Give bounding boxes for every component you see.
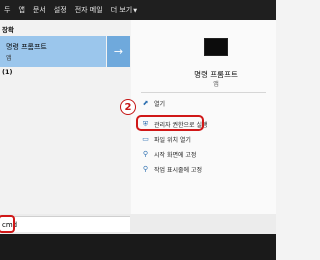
taskbar <box>0 234 276 260</box>
action-pin-to-taskbar[interactable]: ⚲ 작업 표시줄에 고정 <box>141 164 202 174</box>
action-open-label: 열기 <box>154 100 166 108</box>
tab-email[interactable]: 전자 메일 <box>75 0 103 20</box>
pin-icon: ⚲ <box>142 165 149 173</box>
best-match-main[interactable]: 명령 프롬프트 앱 <box>0 36 106 67</box>
chevron-down-icon: ▼ <box>133 7 138 14</box>
action-pin-to-start[interactable]: ⚲ 시작 화면에 고정 <box>141 149 197 159</box>
best-match-heading: 장확 <box>2 26 14 34</box>
tab-apps[interactable]: 앱 <box>18 0 24 20</box>
best-match-subtitle: 앱 <box>6 55 12 62</box>
results-panel: 장확 명령 프롬프트 앱 → (1) <box>0 20 130 214</box>
tab-all[interactable]: 두 <box>4 0 10 20</box>
command-prompt-app-icon <box>204 38 228 56</box>
highlight-box-run-as-admin <box>136 115 204 131</box>
action-pin-to-taskbar-label: 작업 표시줄에 고정 <box>154 166 202 174</box>
action-pin-to-start-label: 시작 화면에 고정 <box>154 151 197 159</box>
expand-arrow-button[interactable]: → <box>107 36 130 67</box>
step-number-badge: 2 <box>120 99 136 115</box>
open-icon: ⬈ <box>142 99 149 107</box>
tab-more-label: 더 보기 <box>110 5 133 14</box>
search-input[interactable]: cmd <box>0 216 130 232</box>
action-open-file-location[interactable]: ▭ 파일 위치 열기 <box>141 134 191 144</box>
tab-more[interactable]: 더 보기▼ <box>111 0 137 21</box>
best-match-title: 명령 프롬프트 <box>6 43 47 51</box>
pin-icon: ⚲ <box>142 150 149 158</box>
arrow-right-icon: → <box>113 45 124 58</box>
search-tab-bar: 두 앱 문서 설정 전자 메일 더 보기▼ <box>0 0 276 20</box>
tab-settings[interactable]: 설정 <box>54 0 67 20</box>
folder-icon: ▭ <box>142 135 149 143</box>
other-results-heading: (1) <box>2 68 13 76</box>
tab-documents[interactable]: 문서 <box>33 0 46 20</box>
start-search-window: { "tabs": ["두", "앱", "문서", "설정", "전자 메일"… <box>0 0 276 260</box>
action-open[interactable]: ⬈ 열기 <box>141 98 165 108</box>
action-open-file-location-label: 파일 위치 열기 <box>154 136 191 144</box>
detail-app-type: 앱 <box>213 81 219 88</box>
detail-divider <box>141 92 266 93</box>
highlight-box-search <box>0 215 15 233</box>
best-match-result[interactable]: 명령 프롬프트 앱 → <box>0 36 130 67</box>
